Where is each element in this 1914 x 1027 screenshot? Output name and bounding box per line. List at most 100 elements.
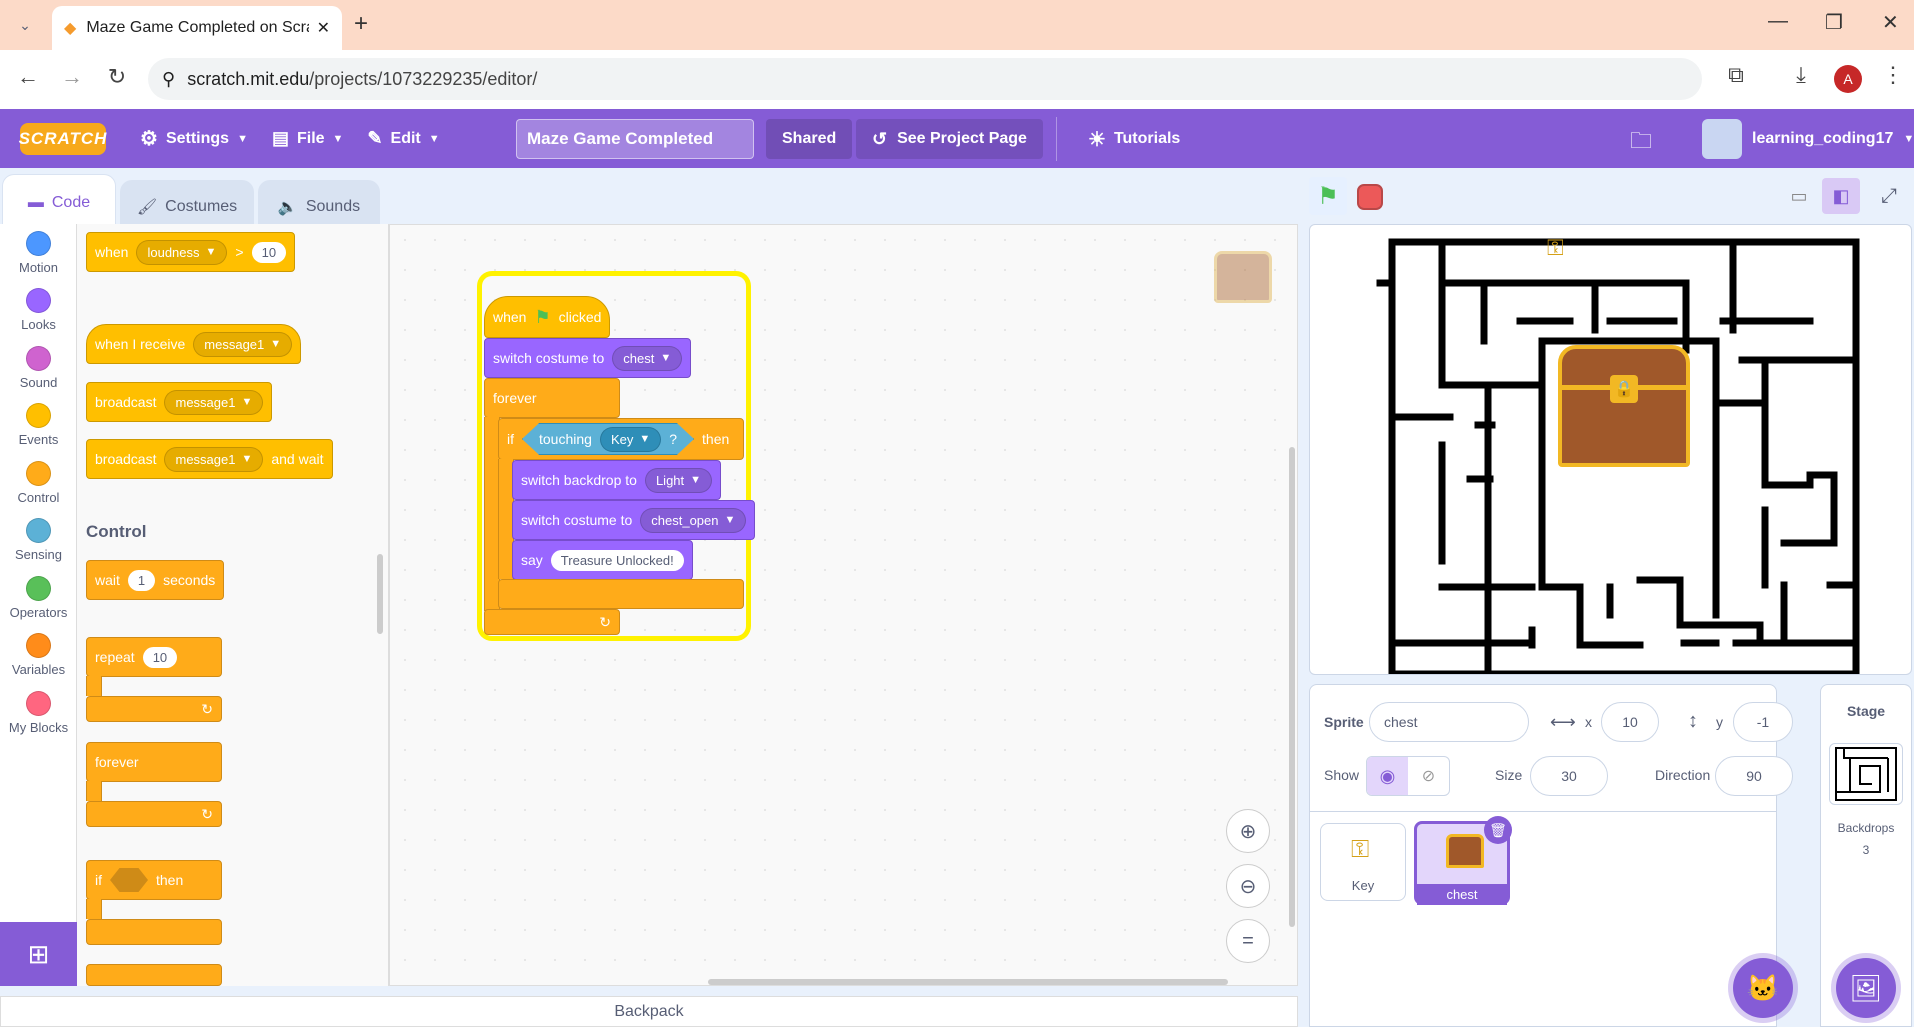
scratch-logo[interactable]: SCRATCH xyxy=(19,122,106,155)
stage-title: Stage xyxy=(1846,703,1886,719)
category-events[interactable]: Events xyxy=(0,397,77,455)
see-project-page-button[interactable]: ↺ See Project Page xyxy=(856,119,1043,159)
y-arrows-icon: ↕ xyxy=(1688,710,1698,732)
backdrop-dropdown[interactable]: Light ▼ xyxy=(644,467,713,493)
back-icon[interactable]: ← xyxy=(8,64,48,90)
edit-menu[interactable]: ✎ Edit ▼ xyxy=(355,109,451,168)
loudness-dropdown[interactable]: loudness ▼ xyxy=(136,239,228,265)
address-bar[interactable]: ⚲ scratch.mit.edu /projects/1073229235/e… xyxy=(148,58,1702,100)
large-stage-button[interactable]: ◧ xyxy=(1822,178,1860,214)
green-flag-button[interactable]: ⚑ xyxy=(1309,177,1347,215)
script-when-flag-clicked[interactable]: when ⚑ clicked xyxy=(484,296,610,338)
if-block-footer xyxy=(86,919,222,945)
script-switch-costume-chest[interactable]: switch costume to chest ▼ xyxy=(484,338,692,378)
fullscreen-button[interactable]: ⤢ xyxy=(1870,178,1908,214)
message-dropdown[interactable]: message1 ▼ xyxy=(164,389,264,415)
sprite-name-input[interactable]: chest xyxy=(1369,702,1529,742)
script-say[interactable]: say Treasure Unlocked! xyxy=(512,540,693,580)
minimize-icon[interactable]: — xyxy=(1768,10,1788,33)
show-eye-icon[interactable]: ◉ xyxy=(1367,757,1408,795)
reload-icon[interactable]: ↻ xyxy=(97,64,137,90)
extensions-icon[interactable]: ⧉ xyxy=(1716,62,1756,88)
repeat-value-input[interactable]: 10 xyxy=(142,646,178,668)
y-input[interactable]: -1 xyxy=(1733,702,1793,742)
palette-block-repeat[interactable]: repeat 10 xyxy=(86,637,222,677)
category-sensing[interactable]: Sensing xyxy=(0,512,77,570)
close-window-icon[interactable]: ✕ xyxy=(1882,10,1899,35)
chest-sprite[interactable]: 🔒 xyxy=(1558,345,1690,467)
profile-avatar[interactable]: A xyxy=(1834,65,1862,93)
wait-value-input[interactable]: 1 xyxy=(127,569,156,591)
backdrop-thumbnail[interactable] xyxy=(1829,743,1903,805)
costume-dropdown[interactable]: chest ▼ xyxy=(612,345,683,371)
message-dropdown[interactable]: message1 ▼ xyxy=(164,446,264,472)
palette-block-wait[interactable]: wait 1 seconds xyxy=(86,560,225,600)
shared-button[interactable]: Shared xyxy=(766,119,853,159)
palette-scrollbar[interactable] xyxy=(377,554,383,634)
settings-menu[interactable]: ⚙ Settings ▼ xyxy=(128,109,260,168)
add-sprite-button[interactable]: 🐱 xyxy=(1733,958,1793,1018)
size-input[interactable]: 30 xyxy=(1530,756,1608,796)
workspace-vertical-scrollbar[interactable] xyxy=(1289,447,1295,927)
condition-slot[interactable] xyxy=(110,868,148,892)
zoom-out-button[interactable]: ⊖ xyxy=(1226,864,1270,908)
file-menu[interactable]: ▤ File ▼ xyxy=(260,109,355,168)
small-stage-button[interactable]: ▭ xyxy=(1780,178,1818,214)
palette-block-if-then[interactable]: if then xyxy=(86,860,222,900)
category-looks[interactable]: Looks xyxy=(0,282,77,340)
tab-search-icon[interactable]: ⌄ xyxy=(8,10,42,40)
palette-block-broadcast[interactable]: broadcast message1 ▼ xyxy=(86,382,273,422)
script-if-touching[interactable]: if touching Key ▼ ? then xyxy=(498,418,744,460)
delete-sprite-button[interactable]: 🗑 xyxy=(1484,816,1512,844)
loudness-value-input[interactable]: 10 xyxy=(251,241,287,263)
touching-object-dropdown[interactable]: Key ▼ xyxy=(599,426,662,452)
tab-close-icon[interactable]: ✕ xyxy=(317,18,330,38)
tab-code[interactable]: ▬ Code xyxy=(2,174,116,230)
palette-block-broadcast-and-wait[interactable]: broadcast message1 ▼ and wait xyxy=(86,439,333,479)
say-text-input[interactable]: Treasure Unlocked! xyxy=(550,549,684,571)
touching-condition[interactable]: touching Key ▼ ? xyxy=(522,423,695,455)
script-forever[interactable]: forever xyxy=(484,378,620,418)
tutorials-button[interactable]: ☀ Tutorials xyxy=(1088,124,1180,154)
workspace-horizontal-scrollbar[interactable] xyxy=(708,979,1228,985)
add-backdrop-button[interactable]: 🖼 xyxy=(1836,958,1896,1018)
new-tab-icon[interactable]: + xyxy=(354,10,368,38)
category-motion[interactable]: Motion xyxy=(0,224,77,282)
zoom-in-button[interactable]: ⊕ xyxy=(1226,809,1270,853)
script-switch-costume-open[interactable]: switch costume to chest_open ▼ xyxy=(512,500,756,540)
downloads-icon[interactable]: ⤓ xyxy=(1781,62,1821,88)
show-toggle[interactable]: ◉ ⊘ xyxy=(1366,756,1450,796)
category-control[interactable]: Control xyxy=(0,454,77,512)
browser-menu-icon[interactable]: ⋮ xyxy=(1873,62,1913,88)
restore-icon[interactable]: ❐ xyxy=(1825,10,1843,35)
my-stuff-folder-icon[interactable]: 🗀 xyxy=(1630,124,1652,162)
palette-block-if-else-partial[interactable] xyxy=(86,964,222,986)
project-title-input[interactable]: Maze Game Completed xyxy=(516,119,754,159)
category-sound[interactable]: Sound xyxy=(0,339,77,397)
stop-button[interactable] xyxy=(1357,184,1383,210)
direction-input[interactable]: 90 xyxy=(1715,756,1793,796)
sprite-tile-key[interactable]: ⚿ Key xyxy=(1320,823,1406,901)
script-switch-backdrop[interactable]: switch backdrop to Light ▼ xyxy=(512,460,722,500)
block-text: then xyxy=(156,872,184,888)
stage[interactable]: ⚿ 🔒 xyxy=(1309,224,1912,675)
category-operators[interactable]: Operators xyxy=(0,569,77,627)
zoom-reset-button[interactable]: = xyxy=(1226,919,1270,963)
hide-eye-icon[interactable]: ⊘ xyxy=(1408,757,1449,795)
browser-tab[interactable]: ◆ Maze Game Completed on Scra ✕ xyxy=(52,6,342,50)
control-heading: Control xyxy=(86,522,147,541)
account-menu[interactable]: learning_coding17 ▼ xyxy=(1702,119,1914,159)
category-variables[interactable]: Variables xyxy=(0,627,77,685)
x-input[interactable]: 10 xyxy=(1601,702,1659,742)
message-dropdown[interactable]: message1 ▼ xyxy=(193,331,293,357)
category-my-blocks[interactable]: My Blocks xyxy=(0,684,77,742)
site-info-icon[interactable]: ⚲ xyxy=(162,69,175,90)
backpack[interactable]: Backpack xyxy=(0,996,1298,1027)
add-extension-button[interactable]: ⊞ xyxy=(0,922,77,986)
palette-block-when-i-receive[interactable]: when I receive message1 ▼ xyxy=(86,324,302,364)
key-sprite[interactable]: ⚿ xyxy=(1547,235,1564,261)
forward-icon[interactable]: → xyxy=(52,64,92,90)
palette-block-forever[interactable]: forever xyxy=(86,742,222,782)
costume-dropdown[interactable]: chest_open ▼ xyxy=(640,507,747,533)
palette-block-when-loudness[interactable]: when loudness ▼ > 10 xyxy=(86,232,296,272)
